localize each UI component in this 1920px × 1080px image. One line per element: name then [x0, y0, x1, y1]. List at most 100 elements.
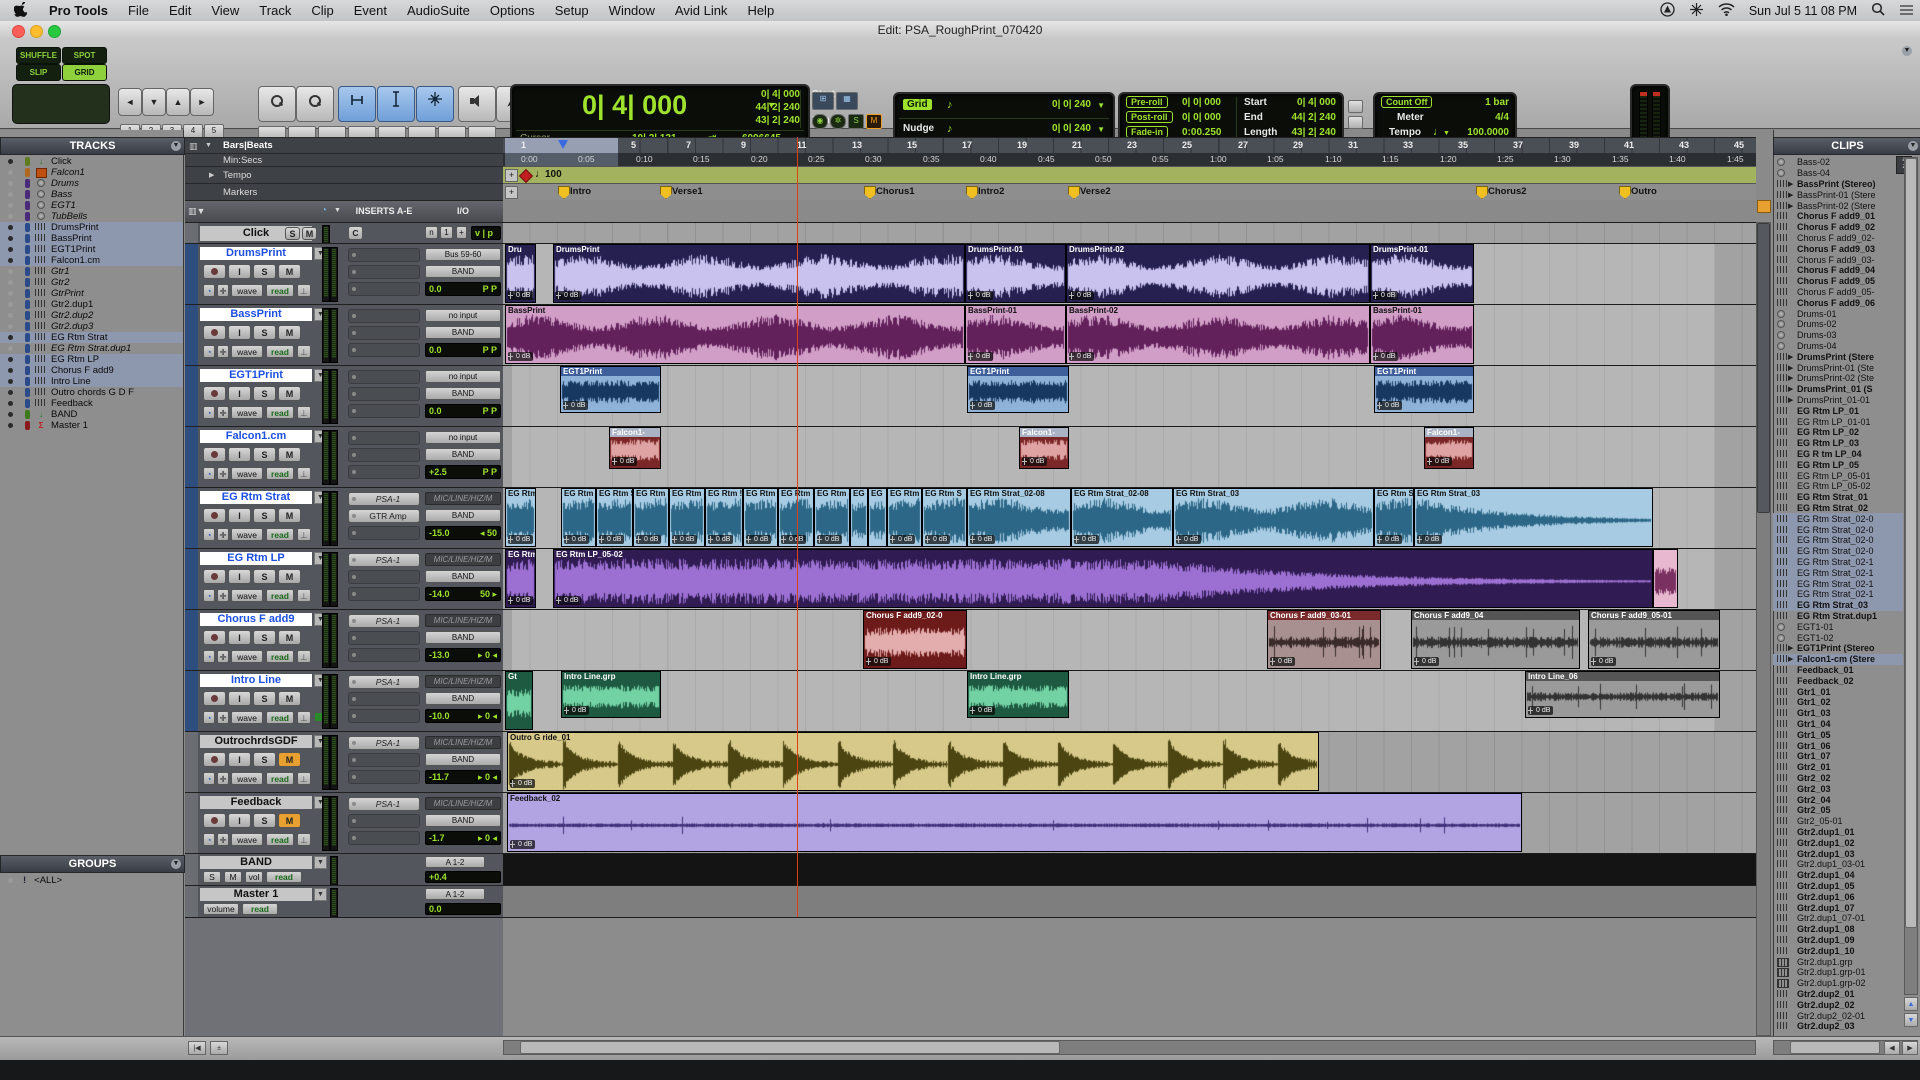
- timebase-icon[interactable]: ◔: [203, 528, 215, 541]
- track-select-tab[interactable]: [185, 732, 198, 792]
- window-title-bar[interactable]: Edit: PSA_RoughPrint_070420: [0, 21, 1920, 41]
- clip-gain-badge[interactable]: 0 dB: [781, 535, 806, 544]
- track-list-item[interactable]: Bass: [0, 189, 183, 200]
- track-name-dropdown[interactable]: ▼: [314, 888, 327, 901]
- clips-list-item[interactable]: Gtr2_05: [1773, 805, 1903, 816]
- clips-list-item[interactable]: ▶DrumsPrint (Stere: [1773, 351, 1903, 362]
- sel-length-value[interactable]: 43| 2| 240: [755, 115, 800, 126]
- timebase-icon[interactable]: ◔: [203, 406, 215, 419]
- zoom-out-h-button[interactable]: ◄: [118, 88, 142, 116]
- track-list-item[interactable]: EG Rtm Strat: [0, 332, 183, 343]
- clip-gain-badge[interactable]: 0 dB: [1414, 657, 1439, 666]
- automation-mode[interactable]: read: [266, 467, 294, 480]
- track-list-item[interactable]: TubBells: [0, 211, 183, 222]
- meter-dropdown-icon[interactable]: ▼: [334, 207, 341, 214]
- clip-falcon1[interactable]: Falcon1-0 dB: [1019, 427, 1069, 469]
- record-button[interactable]: [203, 752, 226, 767]
- clips-list-item[interactable]: EG Rtm LP_01: [1773, 405, 1903, 416]
- automation-mode[interactable]: read: [266, 345, 294, 358]
- pan-value[interactable]: P P: [483, 466, 497, 478]
- clip-egrtms[interactable]: EG Rtm S0 dB: [669, 488, 705, 547]
- track-lane-chorusfadd9[interactable]: Chorus F add9_02-00 dBChorus F add9_03-0…: [503, 609, 1756, 670]
- insert-slot-b[interactable]: [348, 448, 420, 462]
- input-monitor-button[interactable]: I: [228, 630, 251, 645]
- marker-label[interactable]: Chorus1: [876, 186, 915, 197]
- mute-button[interactable]: M: [278, 447, 301, 462]
- sel-end-value[interactable]: 44| 2| 240: [755, 102, 800, 113]
- track-visible-dot[interactable]: [8, 247, 13, 252]
- automation-mode[interactable]: read: [266, 650, 294, 663]
- timeline-selection-flag[interactable]: [558, 140, 568, 149]
- track-visible-dot[interactable]: [8, 214, 13, 219]
- menu-file[interactable]: File: [118, 0, 159, 21]
- record-button[interactable]: [203, 630, 226, 645]
- track-visible-dot[interactable]: [8, 346, 13, 351]
- elastic-audio-icon[interactable]: ✛: [217, 345, 229, 358]
- track-visible-dot[interactable]: [8, 291, 13, 296]
- view-selector[interactable]: wave: [231, 589, 263, 602]
- record-button[interactable]: [203, 447, 226, 462]
- fader-icon[interactable]: ⊥: [297, 284, 311, 297]
- clips-list-item[interactable]: Gtr1_07: [1773, 751, 1903, 762]
- nudge-dropdown[interactable]: ▼: [1097, 125, 1105, 134]
- mute-button[interactable]: M: [278, 264, 301, 279]
- clip-gain-badge[interactable]: 0 dB: [970, 401, 995, 410]
- ruler-view-icon[interactable]: ▥: [189, 138, 198, 154]
- record-button[interactable]: [203, 386, 226, 401]
- insert-slot-b[interactable]: [348, 265, 420, 279]
- fader-icon[interactable]: ⊥: [297, 650, 311, 663]
- clips-list-item[interactable]: EG Rtm Strat_02-1: [1773, 557, 1903, 568]
- clip-introlinegrp[interactable]: Intro Line.grp0 dB: [967, 671, 1069, 718]
- track-lane-egrtmlp[interactable]: EG Rtm0 dBEG Rtm LP_05-020 dB: [503, 548, 1756, 609]
- track-visible-dot[interactable]: [8, 258, 13, 263]
- output-chip[interactable]: BAND: [425, 692, 501, 705]
- view-selector[interactable]: wave: [231, 833, 263, 846]
- clip-egrtms[interactable]: EG Rtm S0 dB: [814, 488, 850, 547]
- clip-drumsprint[interactable]: DrumsPrint0 dB: [553, 244, 965, 303]
- ruler-name-tempo[interactable]: ▶Tempo: [185, 166, 503, 183]
- clip-gain-badge[interactable]: 0 dB: [564, 706, 589, 715]
- track-chip-read[interactable]: read: [242, 903, 278, 915]
- output-chip[interactable]: A 1-2: [425, 888, 485, 900]
- track-name[interactable]: Falcon1.cm: [200, 430, 312, 443]
- tracks-menu-icon[interactable]: ▼: [171, 141, 181, 151]
- clips-list-item[interactable]: Chorus F add9_05-: [1773, 287, 1903, 298]
- clips-list-item[interactable]: EG Rtm Strat_02-0: [1773, 535, 1903, 546]
- clip-gain-badge[interactable]: 0 dB: [556, 291, 581, 300]
- menu-window[interactable]: Window: [599, 0, 665, 21]
- input-monitor-button[interactable]: I: [228, 691, 251, 706]
- clip-gain-badge[interactable]: 0 dB: [1074, 535, 1099, 544]
- toolbar-collapse-button[interactable]: ▼: [1902, 46, 1912, 56]
- timeline-insertion-chip[interactable]: ⊞: [812, 92, 834, 110]
- clips-list-item[interactable]: Gtr2.dup1_09: [1773, 935, 1903, 946]
- clip-egrtms[interactable]: EG Rtm S0 dB: [922, 488, 967, 547]
- clips-list-item[interactable]: ▶DrumsPrint-01 (Ste: [1773, 362, 1903, 373]
- marker-label[interactable]: Outro: [1631, 186, 1657, 197]
- solo-button[interactable]: S: [253, 447, 276, 462]
- track-list-item[interactable]: EGT1Print: [0, 244, 183, 255]
- track-list-item[interactable]: DrumsPrint: [0, 222, 183, 233]
- input-chip[interactable]: no input: [425, 431, 501, 444]
- input-chip[interactable]: Bus 59-60: [425, 248, 501, 261]
- input-chip[interactable]: MIC/LINE/HIZ/M: [425, 797, 501, 810]
- insert-slot-a[interactable]: PSA-1: [348, 675, 420, 689]
- clip-gain-badge[interactable]: 0 dB: [1373, 291, 1398, 300]
- track-lane-feedback[interactable]: Feedback_020 dB: [503, 792, 1756, 853]
- clips-list-item[interactable]: ▶DrumsPrint_01-01: [1773, 395, 1903, 406]
- insert-slot-b[interactable]: [348, 326, 420, 340]
- volume-value[interactable]: 0.0: [429, 283, 442, 295]
- goto-start-button[interactable]: |◀: [188, 1041, 206, 1055]
- insert-slot-a[interactable]: PSA-1: [348, 797, 420, 811]
- clips-list-item[interactable]: Chorus F add9_06: [1773, 297, 1903, 308]
- elastic-audio-icon[interactable]: ✛: [217, 772, 229, 785]
- marker-label[interactable]: Verse1: [672, 186, 703, 197]
- clips-list-item[interactable]: Chorus F add9_02: [1773, 222, 1903, 233]
- clip-falcon1[interactable]: Falcon1-0 dB: [609, 427, 661, 469]
- clips-list-item[interactable]: EG Rtm LP_05: [1773, 459, 1903, 470]
- clips-list-item[interactable]: Gtr2_02: [1773, 773, 1903, 784]
- volume-value[interactable]: -15.0: [429, 527, 450, 539]
- clips-list-item[interactable]: Gtr1_05: [1773, 729, 1903, 740]
- clip-bassprint02[interactable]: BassPrint-020 dB: [1066, 305, 1370, 364]
- menu-help[interactable]: Help: [737, 0, 784, 21]
- clip-drumsprint01[interactable]: DrumsPrint-010 dB: [1370, 244, 1474, 303]
